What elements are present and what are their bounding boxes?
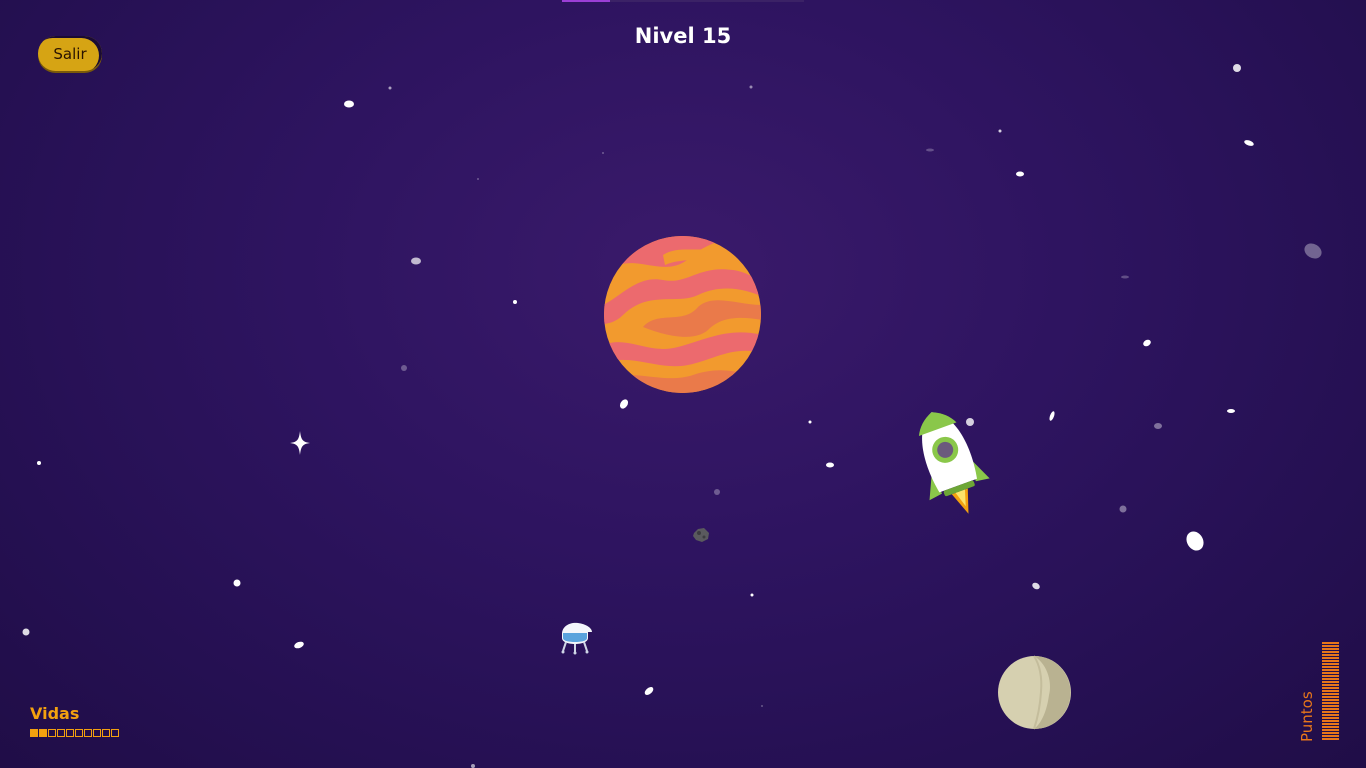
points-tick (1322, 651, 1339, 653)
points-tick (1322, 726, 1339, 728)
points-tick (1322, 687, 1339, 689)
points-tick (1322, 648, 1339, 650)
points-tick (1322, 654, 1339, 656)
life-empty-icon (75, 729, 83, 737)
points-tick (1322, 738, 1339, 740)
points-tick (1322, 720, 1339, 722)
life-empty-icon (48, 729, 56, 737)
points-tick (1322, 642, 1339, 644)
points-tick (1322, 678, 1339, 680)
points-tick (1322, 723, 1339, 725)
beige-moon (998, 655, 1071, 730)
points-tick (1322, 669, 1339, 671)
points-tick (1322, 666, 1339, 668)
points-tick (1322, 696, 1339, 698)
sparkle-star-icon (290, 431, 310, 455)
life-empty-icon (102, 729, 110, 737)
life-empty-icon (93, 729, 101, 737)
points-tick (1322, 708, 1339, 710)
points-tick (1322, 705, 1339, 707)
points-tick (1322, 729, 1339, 731)
points-label: Puntos (1298, 691, 1316, 742)
life-empty-icon (57, 729, 65, 737)
lives-label: Vidas (30, 704, 80, 723)
points-tick (1322, 660, 1339, 662)
points-tick (1322, 672, 1339, 674)
points-tick (1322, 663, 1339, 665)
points-tick (1322, 657, 1339, 659)
ufo-icon (561, 622, 592, 655)
points-tick (1322, 714, 1339, 716)
points-meter (1322, 642, 1339, 741)
points-tick (1322, 711, 1339, 713)
life-full-icon (30, 729, 38, 737)
lives-indicator (30, 729, 119, 737)
asteroid-icon (693, 528, 709, 542)
life-empty-icon (111, 729, 119, 737)
points-tick (1322, 702, 1339, 704)
points-tick (1322, 699, 1339, 701)
points-tick (1322, 645, 1339, 647)
rocket-player (918, 412, 990, 514)
life-empty-icon (66, 729, 74, 737)
points-tick (1322, 735, 1339, 737)
points-tick (1322, 681, 1339, 683)
points-tick (1322, 684, 1339, 686)
orange-planet (604, 236, 761, 393)
points-tick (1322, 717, 1339, 719)
life-empty-icon (84, 729, 92, 737)
points-tick (1322, 732, 1339, 734)
points-tick (1322, 675, 1339, 677)
points-tick (1322, 693, 1339, 695)
points-tick (1322, 690, 1339, 692)
life-full-icon (39, 729, 47, 737)
